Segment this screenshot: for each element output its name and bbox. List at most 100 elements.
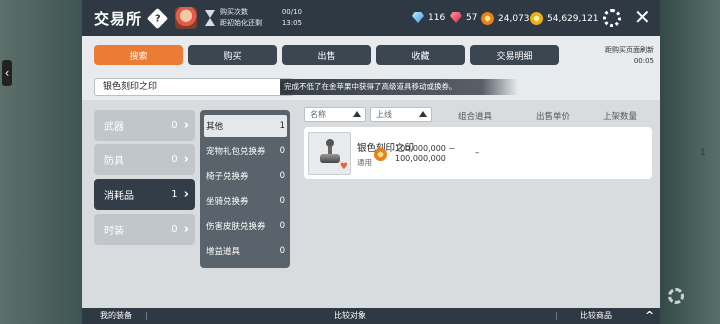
tab-buy[interactable]: 购买	[188, 45, 277, 65]
my-equipment-button[interactable]: 我的装备	[100, 308, 132, 324]
orange-coin-icon	[481, 12, 494, 25]
chevron-up-icon[interactable]: ^	[645, 308, 654, 324]
caret-up-icon	[419, 111, 427, 117]
chevron-right-icon: ›	[183, 118, 189, 133]
item-price: 100,000,000 ~ 100,000,000	[395, 144, 455, 164]
category-label: 消耗品	[104, 191, 134, 202]
tab-favorites[interactable]: 收藏	[376, 45, 465, 65]
list-item[interactable]: ♥ 银色刻印之印 通用 – 1	[304, 127, 706, 179]
crystal-amount: 116	[428, 12, 446, 23]
subcategory-label: 宠物礼包兑换券	[206, 147, 266, 157]
red-gem-icon	[450, 12, 462, 23]
refresh-time: 00:05	[633, 57, 654, 65]
tab-transaction-details[interactable]: 交易明细	[470, 45, 559, 65]
subcategory-count: 0	[279, 146, 285, 156]
game-scene-right	[660, 0, 720, 324]
heart-icon: ♥	[339, 162, 348, 172]
item-bundle: –	[475, 148, 480, 158]
compare-items-button[interactable]: 比较商品	[580, 308, 612, 324]
subcategory-panel: 其他 1 宠物礼包兑换券 0 椅子兑换券 0 坐骑兑换券 0 伤害皮肤兑换券 0…	[200, 110, 290, 268]
column-bundle: 组合道具	[458, 112, 493, 122]
price-min: 100,000,000 ~	[395, 144, 456, 153]
category-label: 时装	[104, 226, 124, 237]
subcategory-other[interactable]: 其他 1	[204, 115, 287, 137]
subcategory-mount[interactable]: 坐骑兑换券 0	[204, 190, 287, 212]
bottom-bar: 我的装备 比较对象 比较商品 ^	[82, 308, 660, 324]
item-subtitle: 通用	[357, 158, 372, 167]
tab-sell[interactable]: 出售	[282, 45, 371, 65]
orange-coin-amount: 24,073	[498, 13, 530, 24]
tab-search[interactable]: 搜索	[94, 45, 183, 65]
currency-crystal: 116	[412, 12, 445, 23]
compare-target-button[interactable]: 比较对象	[334, 308, 366, 324]
refresh-label: 距购买页面刷新	[605, 46, 654, 54]
chevron-right-icon: ›	[183, 152, 189, 167]
avatar[interactable]	[175, 7, 198, 29]
red-gem-amount: 57	[466, 12, 478, 23]
subcategory-label: 增益道具	[206, 247, 241, 257]
purchase-count-label: 购买次数	[220, 8, 249, 16]
category-count: 0	[171, 120, 178, 131]
category-count: 0	[171, 224, 178, 235]
help-icon[interactable]: ?	[146, 7, 169, 29]
hourglass-icon	[205, 10, 216, 26]
blue-crystal-icon	[412, 12, 424, 23]
column-quantity: 上架数量	[603, 112, 638, 122]
subcategory-count: 0	[279, 246, 285, 256]
item-icon-slot[interactable]: ♥	[308, 132, 351, 175]
sort-online-dropdown[interactable]: 上线	[370, 107, 432, 122]
sort-name-label: 名称	[310, 110, 326, 119]
subcategory-label: 其他	[206, 122, 224, 132]
currency-orange-coin: 24,073	[481, 12, 530, 25]
sort-online-label: 上线	[376, 110, 392, 119]
system-notice: 完成不低了在金苹果中获得了高级道具移动或换券。	[280, 79, 518, 95]
currency-red-gem: 57	[450, 12, 477, 23]
subcategory-count: 0	[279, 221, 285, 231]
gear-icon[interactable]	[668, 288, 684, 304]
subcategory-label: 伤害皮肤兑换券	[206, 222, 266, 232]
subcategory-buff-items[interactable]: 增益道具 0	[204, 240, 287, 262]
category-count: 1	[171, 189, 178, 200]
column-price: 出售单价	[536, 112, 571, 122]
category-fashion[interactable]: 时装 0 ›	[94, 214, 195, 245]
divider	[556, 312, 557, 320]
chevron-right-icon: ›	[183, 187, 189, 202]
subcategory-count: 1	[279, 121, 285, 131]
category-armor[interactable]: 防具 0 ›	[94, 144, 195, 175]
subcategory-count: 0	[279, 196, 285, 206]
side-collapse-chevron-icon[interactable]: ‹	[2, 60, 12, 86]
seal-stamp-icon	[319, 139, 341, 167]
subcategory-pet-package[interactable]: 宠物礼包兑换券 0	[204, 140, 287, 162]
orange-coin-icon	[374, 148, 387, 161]
close-icon[interactable]: ✕	[634, 6, 651, 28]
purchase-stats: 购买次数 00/10 距初始化还剩 13:05	[220, 7, 302, 29]
subcategory-count: 0	[279, 171, 285, 181]
game-scene-left	[0, 0, 82, 324]
refresh-timer: 距购买页面刷新 00:05	[592, 45, 654, 67]
caret-up-icon	[353, 111, 361, 117]
settings-icon[interactable]	[603, 9, 621, 27]
category-count: 0	[171, 154, 178, 165]
reset-timer-value: 13:05	[281, 19, 303, 27]
purchase-count-value: 00/10	[281, 8, 303, 16]
search-input[interactable]: 银色刻印之印	[94, 78, 294, 96]
subcategory-label: 坐骑兑换券	[206, 197, 249, 207]
page-title: 交易所	[94, 9, 143, 28]
item-quantity: 1	[700, 148, 706, 158]
chevron-right-icon: ›	[183, 222, 189, 237]
exchange-panel: 交易所 ? 购买次数 00/10 距初始化还剩 13:05 116 57 24,…	[82, 0, 706, 324]
category-weapon[interactable]: 武器 0 ›	[94, 110, 195, 141]
meso-amount: 54,629,121	[547, 13, 599, 24]
price-max: 100,000,000	[395, 154, 446, 163]
divider	[146, 312, 147, 320]
gold-meso-icon	[530, 12, 543, 25]
category-label: 防具	[104, 156, 124, 167]
category-label: 武器	[104, 122, 124, 133]
top-bar: 交易所 ? 购买次数 00/10 距初始化还剩 13:05 116 57 24,…	[82, 0, 660, 36]
subcategory-damage-skin[interactable]: 伤害皮肤兑换券 0	[204, 215, 287, 237]
subcategory-chair[interactable]: 椅子兑换券 0	[204, 165, 287, 187]
sort-name-dropdown[interactable]: 名称	[304, 107, 366, 122]
reset-timer-label: 距初始化还剩	[220, 19, 263, 27]
category-consumables[interactable]: 消耗品 1 ›	[94, 179, 195, 210]
subcategory-label: 椅子兑换券	[206, 172, 249, 182]
